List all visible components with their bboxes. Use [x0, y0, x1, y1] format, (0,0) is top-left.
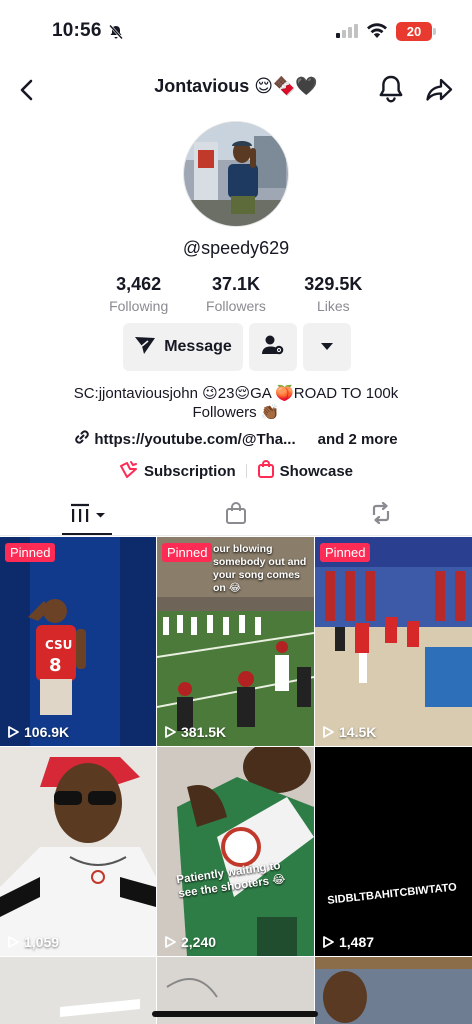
- stat-value: 3,462: [116, 274, 162, 294]
- play-icon: [323, 936, 334, 948]
- status-time: 10:56: [52, 20, 102, 41]
- profile-link-row: https://youtube.com/@Tha... and 2 more: [0, 429, 472, 449]
- view-count: 2,240: [163, 934, 216, 950]
- play-icon: [165, 936, 176, 948]
- tab-shop[interactable]: [216, 500, 256, 530]
- view-count: 106.9K: [6, 724, 69, 740]
- subscription-row: Subscription Showcase: [0, 460, 472, 482]
- pinned-badge: Pinned: [5, 543, 56, 562]
- avatar[interactable]: [183, 121, 289, 227]
- video-grid: CSU 8 Pinned 106.9K Pinned our blowing s…: [0, 537, 472, 1024]
- battery-indicator: 20: [396, 22, 436, 41]
- shopping-bag-icon: [225, 501, 247, 529]
- pinned-badge: Pinned: [320, 543, 371, 562]
- video-thumbnail[interactable]: CSU 8 Pinned 106.9K: [0, 537, 156, 746]
- more-options-button[interactable]: [303, 323, 351, 371]
- content-tabs: [0, 494, 472, 536]
- view-count-text: 14.5K: [339, 724, 377, 740]
- shopping-bag-icon: [257, 460, 275, 482]
- profile-bio: SC:jjontaviousjohn 😉23😌GA 🍑ROAD TO 100k …: [20, 384, 452, 422]
- video-caption: our blowing somebody out and your song c…: [213, 543, 307, 594]
- thumbnail-image: [157, 747, 314, 956]
- tab-reposts[interactable]: [361, 500, 401, 530]
- play-icon: [8, 726, 19, 738]
- profile-header: Jontavious 😌🍫🖤: [0, 64, 472, 114]
- notification-bell-icon[interactable]: [377, 74, 405, 104]
- divider: [245, 464, 247, 478]
- stat-likes[interactable]: 329.5K Likes: [285, 274, 382, 318]
- user-settings-icon: [261, 334, 285, 361]
- stat-value: 37.1K: [211, 274, 261, 294]
- view-count: 1,059: [6, 934, 59, 950]
- send-icon: [134, 335, 156, 360]
- video-thumbnail[interactable]: [315, 957, 472, 1024]
- svg-text:8: 8: [49, 655, 62, 676]
- stat-followers[interactable]: 37.1K Followers: [187, 274, 284, 318]
- thumbnail-image: [0, 747, 156, 956]
- video-thumbnail[interactable]: 1,059: [0, 747, 156, 956]
- subscription-icon: [119, 460, 139, 482]
- stat-value: 329.5K: [304, 274, 363, 294]
- profile-actions: Message: [123, 323, 351, 371]
- stat-label: Likes: [316, 298, 350, 314]
- view-count: 381.5K: [163, 724, 226, 740]
- stat-label: Following: [109, 298, 169, 314]
- more-links[interactable]: and 2 more: [318, 431, 398, 448]
- subscription-button[interactable]: Subscription: [119, 460, 236, 482]
- stat-following[interactable]: 3,462 Following: [90, 274, 187, 318]
- link-icon: [74, 429, 90, 449]
- stat-label: Followers: [206, 298, 266, 314]
- video-grid-icon: [68, 502, 108, 529]
- view-count-text: 381.5K: [181, 724, 227, 740]
- home-indicator[interactable]: [152, 1011, 318, 1017]
- follow-settings-button[interactable]: [249, 323, 297, 371]
- video-thumbnail[interactable]: SIDBLTBAHITCBIWTATO 1,487: [315, 747, 472, 956]
- video-thumbnail[interactable]: Patiently waiting to see the shooters 😂 …: [157, 747, 314, 956]
- play-icon: [8, 936, 19, 948]
- video-thumbnail[interactable]: Pinned 14.5K: [315, 537, 472, 746]
- username: @speedy629: [182, 238, 290, 258]
- pinned-badge: Pinned: [162, 543, 213, 562]
- view-count-text: 106.9K: [24, 724, 70, 740]
- subscription-label: Subscription: [143, 462, 236, 480]
- message-label: Message: [164, 338, 232, 355]
- tab-videos[interactable]: [68, 500, 108, 530]
- view-count-text: 1,487: [339, 934, 375, 950]
- profile-stats: 3,462 Following 37.1K Followers 329.5K L…: [90, 274, 382, 318]
- caret-down-icon: [320, 338, 334, 356]
- svg-text:CSU: CSU: [45, 638, 72, 652]
- showcase-label: Showcase: [279, 462, 354, 480]
- bio-line: Followers 👏🏾: [192, 404, 280, 421]
- thumbnail-image: [0, 957, 156, 1024]
- play-icon: [323, 726, 334, 738]
- thumbnail-image: CSU 8: [0, 537, 156, 746]
- message-button[interactable]: Message: [123, 323, 243, 371]
- view-count-text: 1,059: [24, 934, 60, 950]
- repost-icon: [369, 501, 393, 529]
- showcase-button[interactable]: Showcase: [257, 460, 353, 482]
- bio-line: SC:jjontaviousjohn 😉23😌GA 🍑ROAD TO 100k: [73, 385, 399, 402]
- thumbnail-image: [315, 957, 472, 1024]
- silent-mode-icon: [108, 24, 124, 45]
- thumbnail-image: [315, 537, 472, 746]
- video-thumbnail[interactable]: Pinned our blowing somebody out and your…: [157, 537, 314, 746]
- play-icon: [165, 726, 176, 738]
- view-count: 14.5K: [321, 724, 376, 740]
- view-count: 1,487: [321, 934, 374, 950]
- video-caption: SIDBLTBAHITCBIWTATO: [326, 881, 458, 907]
- wifi-icon: [366, 22, 388, 44]
- status-bar: 10:56 20: [0, 0, 472, 64]
- cellular-signal-icon: [336, 24, 358, 43]
- view-count-text: 2,240: [181, 934, 217, 950]
- active-tab-indicator: [62, 533, 112, 535]
- video-thumbnail[interactable]: [0, 957, 156, 1024]
- share-icon[interactable]: [424, 76, 454, 104]
- profile-link[interactable]: https://youtube.com/@Tha...: [94, 431, 295, 448]
